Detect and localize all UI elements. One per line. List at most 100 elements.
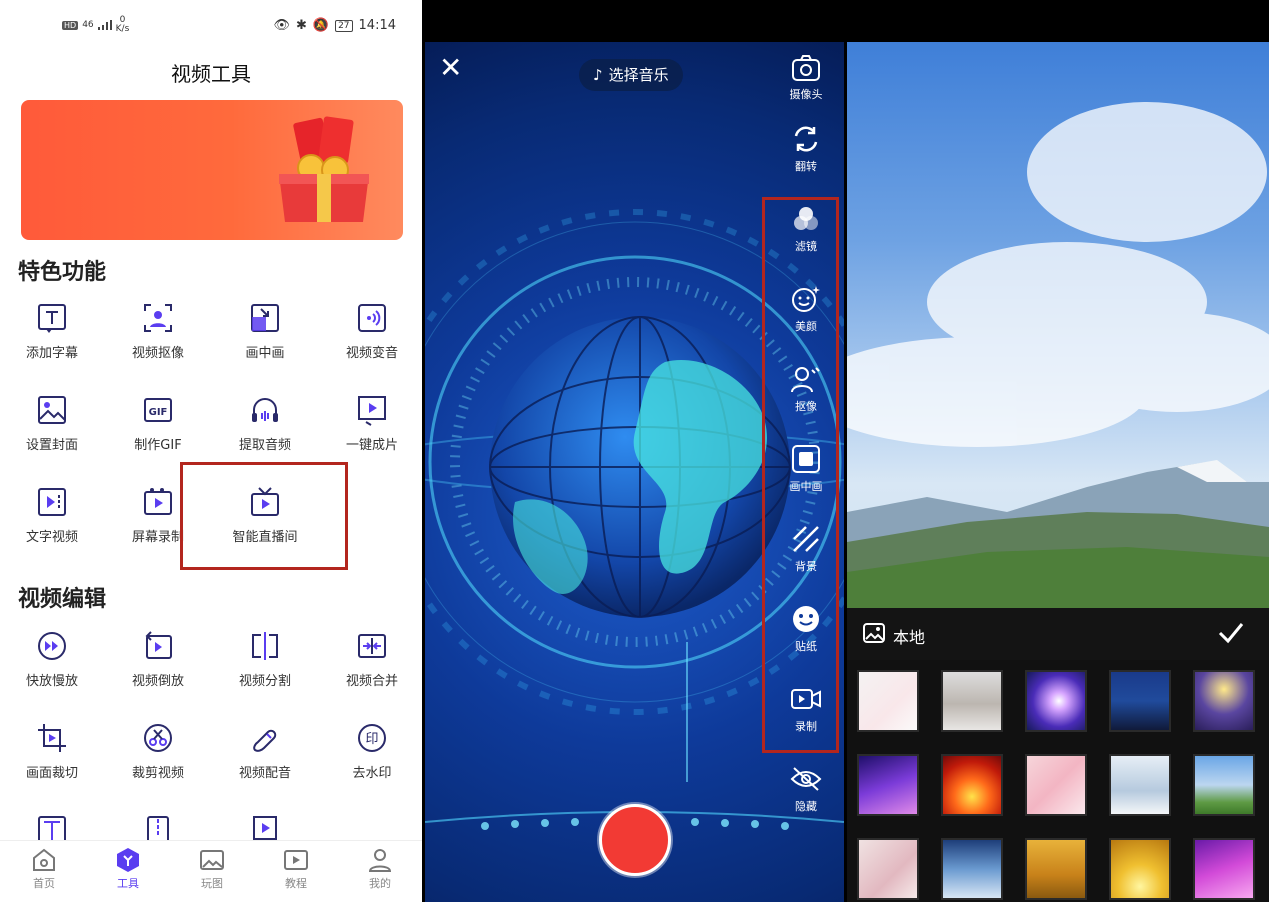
background-thumbnail[interactable] bbox=[1109, 754, 1171, 816]
tool-label: 文字视频 bbox=[25, 530, 78, 545]
tool-label: 一键成片 bbox=[345, 438, 398, 453]
tutorial-icon bbox=[284, 850, 308, 870]
confirm-check-icon[interactable] bbox=[1217, 620, 1245, 646]
flip-icon bbox=[794, 126, 818, 152]
tab-label: 工具 bbox=[117, 877, 139, 890]
tool-speed[interactable]: 快放慢放 bbox=[2, 630, 102, 689]
tab-label: 首页 bbox=[33, 877, 55, 890]
tool-dubbing[interactable]: 视频配音 bbox=[215, 722, 315, 781]
tool-label: 画面裁切 bbox=[25, 766, 78, 781]
speed-icon bbox=[38, 632, 66, 660]
side-flip[interactable]: 翻转 bbox=[768, 124, 844, 174]
background-thumbnail[interactable] bbox=[1025, 754, 1087, 816]
bluetooth-icon: ✱ bbox=[295, 18, 307, 33]
tool-merge[interactable]: 视频合并 bbox=[322, 630, 422, 689]
cover-image-icon bbox=[38, 396, 66, 424]
select-music-button[interactable]: ♪ 选择音乐 bbox=[579, 59, 683, 91]
side-label: 翻转 bbox=[795, 160, 817, 173]
video-tools-screen: HD 46 0 K/s 👁 ✱ 🔕 27 14:14 视频工具 特色功能 添加字… bbox=[0, 0, 422, 902]
background-thumbnail[interactable] bbox=[857, 754, 919, 816]
tool-label: 视频配音 bbox=[238, 766, 291, 781]
tab-profile[interactable]: 我的 bbox=[340, 847, 420, 891]
tool-make-gif[interactable]: GIF 制作GIF bbox=[108, 394, 208, 453]
tab-home[interactable]: 首页 bbox=[4, 847, 84, 891]
record-button[interactable] bbox=[599, 804, 671, 876]
subtitle-icon bbox=[38, 304, 66, 333]
portrait-cutout-icon bbox=[144, 304, 172, 332]
watermark-remove-icon: 印 bbox=[358, 724, 386, 752]
background-thumbnail[interactable] bbox=[1193, 838, 1255, 900]
gallery-icon[interactable] bbox=[863, 622, 885, 644]
image-icon bbox=[200, 850, 224, 870]
background-thumbnail[interactable] bbox=[1109, 670, 1171, 732]
mute-icon: 🔕 bbox=[312, 18, 330, 33]
promo-banner[interactable] bbox=[21, 100, 403, 240]
tab-label: 我的 bbox=[369, 877, 391, 890]
screen-record-icon bbox=[144, 488, 172, 515]
background-thumbnail[interactable] bbox=[857, 670, 919, 732]
tool-label: 添加字幕 bbox=[25, 346, 78, 361]
tool-voice-change[interactable]: 视频变音 bbox=[322, 302, 422, 361]
tool-label: 设置封面 bbox=[25, 438, 78, 453]
tool-crop[interactable]: 画面裁切 bbox=[2, 722, 102, 781]
net-speed-unit: K/s bbox=[115, 24, 130, 34]
background-thumbnail[interactable] bbox=[1025, 838, 1087, 900]
tool-reverse[interactable]: 视频倒放 bbox=[108, 630, 208, 689]
tool-label: 视频抠像 bbox=[131, 346, 184, 361]
tool-picture-in-picture[interactable]: 画中画 bbox=[215, 302, 315, 361]
tool-label: 去水印 bbox=[352, 766, 392, 781]
tab-tools[interactable]: 工具 bbox=[88, 847, 168, 891]
background-thumbnail[interactable] bbox=[941, 838, 1003, 900]
local-tab[interactable]: 本地 bbox=[893, 624, 925, 648]
background-thumbnail[interactable] bbox=[1109, 838, 1171, 900]
music-label: 选择音乐 bbox=[608, 66, 669, 84]
background-thumbnail[interactable] bbox=[941, 754, 1003, 816]
tool-text-video[interactable]: 文字视频 bbox=[2, 486, 102, 545]
side-label: 摄像头 bbox=[789, 88, 823, 101]
background-thumbnail[interactable] bbox=[1193, 670, 1255, 732]
text-video-icon bbox=[38, 488, 66, 516]
home-icon bbox=[33, 848, 55, 871]
side-hide[interactable]: 隐藏 bbox=[768, 764, 844, 814]
tool-label: 视频合并 bbox=[345, 674, 398, 689]
side-camera[interactable]: 摄像头 bbox=[768, 54, 844, 102]
tool-label: 裁剪视频 bbox=[131, 766, 184, 781]
background-thumbnail[interactable] bbox=[941, 670, 1003, 732]
tools-icon bbox=[117, 848, 139, 872]
tool-split[interactable]: 视频分割 bbox=[215, 630, 315, 689]
gift-box-icon bbox=[279, 116, 369, 222]
picture-in-picture-icon bbox=[251, 304, 279, 332]
close-button[interactable]: ✕ bbox=[439, 54, 462, 82]
highlight-box bbox=[762, 197, 839, 753]
background-thumbnail[interactable] bbox=[857, 838, 919, 900]
trim-icon bbox=[144, 724, 172, 752]
clock: 14:14 bbox=[358, 18, 396, 33]
voice-change-icon bbox=[358, 304, 386, 332]
battery-indicator: 27 bbox=[335, 19, 353, 32]
tool-video-cutout[interactable]: 视频抠像 bbox=[108, 302, 208, 361]
tool-set-cover[interactable]: 设置封面 bbox=[2, 394, 102, 453]
tool-one-click-video[interactable]: 一键成片 bbox=[322, 394, 422, 453]
tool-extract-audio[interactable]: 提取音频 bbox=[215, 394, 315, 453]
top-spacer bbox=[847, 0, 1269, 42]
tool-label: 视频变音 bbox=[345, 346, 398, 361]
svg-text:印: 印 bbox=[365, 732, 378, 747]
svg-text:GIF: GIF bbox=[149, 407, 168, 418]
status-bar: HD 46 0 K/s 👁 ✱ 🔕 27 14:14 bbox=[0, 0, 422, 52]
tool-add-subtitle[interactable]: 添加字幕 bbox=[2, 302, 102, 361]
tool-label: 视频倒放 bbox=[131, 674, 184, 689]
background-thumbnail[interactable] bbox=[1025, 670, 1087, 732]
tool-remove-watermark[interactable]: 印 去水印 bbox=[322, 722, 422, 781]
eye-icon: 👁 bbox=[273, 18, 290, 33]
tab-tutorial[interactable]: 教程 bbox=[256, 847, 336, 891]
tool-label: 快放慢放 bbox=[25, 674, 78, 689]
live-camera-screen: ✕ ♪ 选择音乐 摄像头 翻转 滤镜 美颜 抠像 画中画 背景 贴纸 录制 隐藏 bbox=[425, 0, 844, 902]
background-preview bbox=[847, 42, 1269, 608]
tool-label: 画中画 bbox=[245, 346, 285, 361]
tool-trim[interactable]: 裁剪视频 bbox=[108, 722, 208, 781]
split-icon bbox=[252, 632, 278, 660]
background-thumbnail[interactable] bbox=[1193, 754, 1255, 816]
tab-image[interactable]: 玩图 bbox=[172, 847, 252, 891]
background-thumbnail-grid bbox=[847, 660, 1269, 902]
hd-badge: HD bbox=[62, 20, 79, 30]
